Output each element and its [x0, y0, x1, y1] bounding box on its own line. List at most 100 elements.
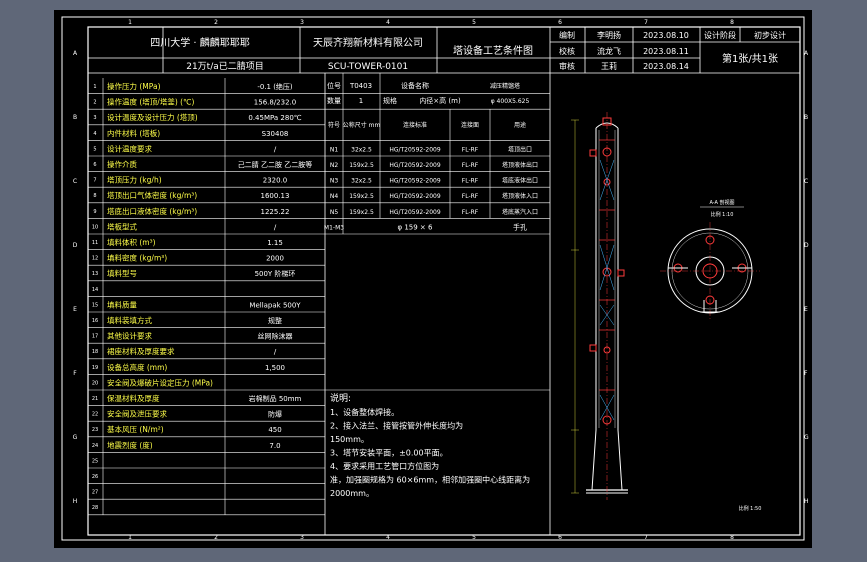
svg-text:2023.08.14: 2023.08.14 — [643, 62, 689, 71]
zone-mark-top: 1 — [128, 19, 132, 26]
param-label: 填料密度 (kg/m³) — [107, 253, 167, 263]
param-value: 500Y 阶梯环 — [255, 269, 296, 278]
param-no: 12 — [92, 256, 98, 262]
nozzle-header: 公称尺寸 mm — [343, 121, 381, 129]
zone-mark-top: 2 — [214, 19, 218, 26]
param-value: 1.15 — [267, 239, 283, 247]
param-no: 14 — [92, 287, 98, 293]
param-value: -0.1 (绝压) — [257, 82, 293, 91]
param-value: 0.45MPa 280℃ — [248, 114, 301, 122]
eq-tag-label: 位号 — [327, 81, 341, 90]
nozzle-header: 用途 — [514, 121, 526, 129]
param-value: 450 — [268, 426, 281, 434]
manhole-size: φ 159 × 6 — [398, 223, 434, 231]
note-line: 150mm。 — [330, 435, 369, 444]
param-no: 8 — [93, 193, 96, 199]
nozzle-size: 159x2.5 — [349, 193, 374, 200]
param-value: S30408 — [262, 130, 289, 138]
param-no: 1 — [93, 84, 96, 90]
param-no: 22 — [92, 412, 98, 418]
param-value: Mellapak 500Y — [249, 301, 301, 309]
param-value: 1,500 — [265, 364, 285, 372]
param-label: 塔底出口液体密度 (kg/m³) — [107, 206, 197, 216]
zone-mark-top: 8 — [730, 19, 734, 26]
nozzle-std: HG/T20592-2009 — [389, 162, 441, 169]
note-line: 4、要求采用工艺管口方位图为 — [330, 461, 439, 471]
zone-mark-bottom: 4 — [386, 534, 390, 541]
svg-text:王莉: 王莉 — [601, 61, 617, 71]
eq-name-label: 设备名称 — [401, 81, 429, 90]
param-no: 2 — [93, 100, 96, 106]
zone-mark-right: G — [804, 434, 809, 441]
param-no: 9 — [93, 209, 96, 215]
param-label: 内件材料 (塔板) — [107, 128, 160, 138]
nozzle-use: 塔顶出口 — [508, 145, 532, 153]
zone-mark-left: H — [73, 498, 78, 505]
param-no: 5 — [93, 146, 96, 152]
param-label: 填料体积 (m³) — [107, 237, 156, 247]
zone-mark-bottom: 1 — [128, 534, 132, 541]
zone-mark-top: 7 — [644, 19, 648, 26]
nozzle-sym: N5 — [330, 209, 338, 216]
param-no: 3 — [93, 115, 96, 121]
param-label: 设计温度要求 — [107, 143, 152, 153]
param-value: 2320.0 — [263, 177, 288, 185]
param-no: 27 — [92, 490, 98, 496]
section-label: A-A 剖视图 — [709, 199, 734, 206]
org2-text: 天辰齐翔新材料有限公司 — [313, 36, 423, 49]
param-no: 24 — [92, 443, 98, 449]
zone-mark-bottom: 7 — [644, 534, 648, 541]
param-label: 填料质量 — [107, 299, 137, 309]
param-no: 20 — [92, 380, 98, 386]
svg-text:编制: 编制 — [559, 30, 575, 40]
param-no: 21 — [92, 396, 98, 402]
param-no: 15 — [92, 302, 98, 308]
param-label: 基本风压 (N/m²) — [107, 424, 164, 434]
nozzle-face: FL-RF — [462, 178, 479, 185]
nozzle-header: 连接标准 — [403, 121, 427, 129]
nozzle-use: 塔底液体出口 — [502, 177, 538, 185]
param-value: 岩棉制品 50mm — [249, 394, 302, 403]
zone-mark-bottom: 6 — [558, 534, 562, 541]
eq-spec-desc: 内径×高 (m) — [419, 96, 461, 105]
param-label: 塔顶出口气体密度 (kg/m³) — [107, 190, 197, 200]
eq-qty-value: 1 — [359, 97, 363, 105]
nozzle-face: FL-RF — [462, 209, 479, 216]
note-line: 1、设备整体焊接。 — [330, 407, 399, 417]
param-label: 操作温度 (塔顶/塔釜) (℃) — [107, 97, 194, 107]
param-label: 操作介质 — [107, 159, 137, 169]
svg-text:校核: 校核 — [559, 46, 575, 56]
design-stage-value: 初步设计 — [754, 30, 786, 40]
design-stage-label: 设计阶段 — [704, 30, 736, 40]
zone-mark-top: 5 — [472, 19, 476, 26]
param-label: 地震烈度 (度) — [107, 440, 153, 450]
svg-text:审核: 审核 — [559, 61, 575, 71]
zone-mark-top: 4 — [386, 19, 390, 26]
svg-text:流龙飞: 流龙飞 — [597, 46, 621, 56]
org1-text: 四川大学 · 麟麟耶耶耶 — [150, 36, 250, 49]
param-no: 7 — [93, 178, 96, 184]
nozzle-sym: N4 — [330, 193, 338, 200]
zone-mark-right: B — [804, 114, 808, 121]
param-label: 安全阀及泄压要求 — [107, 409, 167, 419]
param-no: 25 — [92, 458, 98, 464]
nozzle-header: 连接面 — [461, 121, 479, 129]
section-scale: 比例 1:10 — [711, 211, 734, 218]
drawing-number: SCU-TOWER-0101 — [328, 62, 408, 72]
note-line: 3、塔节安装平面，±0.00平面。 — [330, 448, 448, 458]
nozzle-face: FL-RF — [462, 193, 479, 200]
nozzle-face: FL-RF — [462, 162, 479, 169]
nozzle-face: FL-RF — [462, 146, 479, 153]
eq-qty-label: 数量 — [327, 96, 341, 105]
zone-mark-right: H — [804, 498, 809, 505]
zone-mark-left: C — [73, 178, 77, 185]
zone-mark-bottom: 3 — [300, 534, 304, 541]
zone-mark-left: G — [73, 434, 78, 441]
param-value: 己二腈 乙二胺 乙二胺等 — [238, 160, 312, 169]
nozzle-std: HG/T20592-2009 — [389, 193, 441, 200]
project-name: 21万t/a已二腈项目 — [186, 60, 264, 72]
param-no: 11 — [92, 240, 98, 246]
zone-mark-right: F — [804, 370, 808, 377]
note-line: 2000mm。 — [330, 489, 374, 498]
nozzle-size: 159x2.5 — [349, 162, 374, 169]
